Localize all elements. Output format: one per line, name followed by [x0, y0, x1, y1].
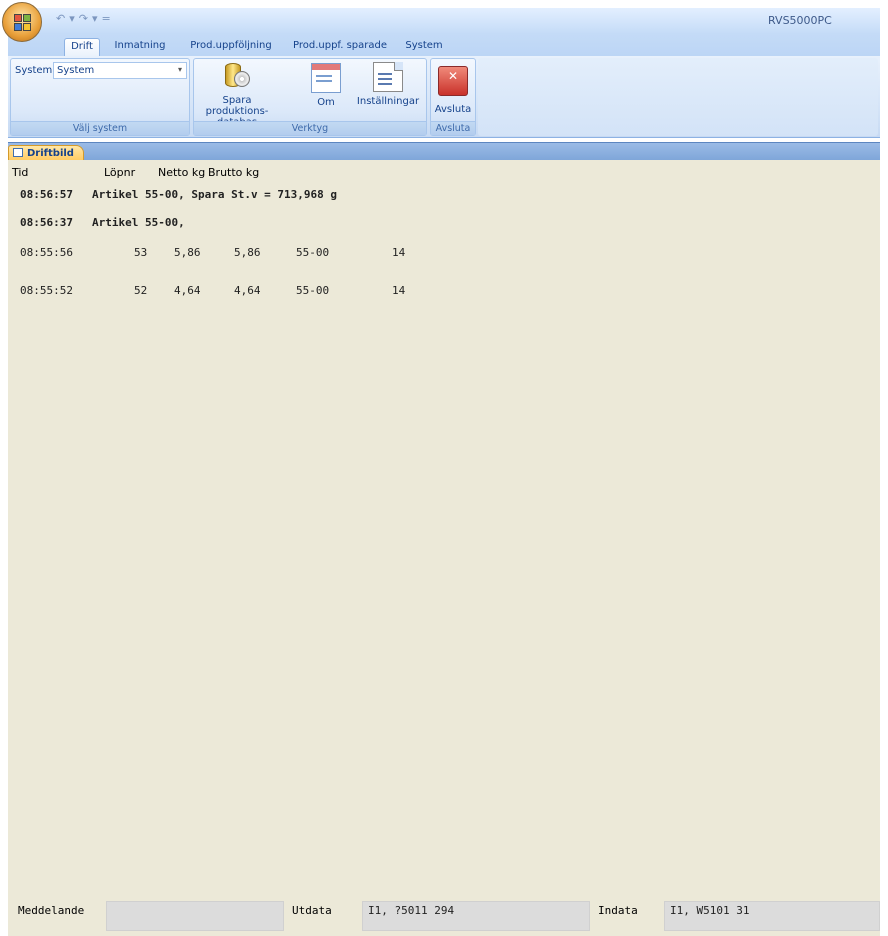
settings-document-icon	[373, 62, 403, 92]
tab-inmatning[interactable]: Inmatning	[110, 38, 170, 56]
meddelande-label: Meddelande	[18, 904, 85, 917]
chevron-down-icon: ▾	[177, 65, 182, 74]
tab-drift[interactable]: Drift	[64, 38, 100, 56]
avsluta-label: Avsluta	[434, 104, 472, 115]
office-button[interactable]	[2, 2, 42, 42]
group-label-verktyg: Verktyg	[194, 121, 426, 135]
om-label: Om	[317, 97, 335, 108]
ribbon-tabs: Drift Inmatning Prod.uppföljning Prod.up…	[8, 34, 880, 56]
quick-access-toolbar: ↶ ▾ ↷ ▾ =	[56, 12, 111, 25]
document-tab-bar: Driftbild	[8, 142, 880, 162]
tab-driftbild-label: Driftbild	[27, 148, 74, 159]
avsluta-button[interactable]: ✕ Avsluta	[433, 61, 473, 115]
system-select-value: System	[57, 65, 95, 76]
row-artikel: 55-00	[296, 246, 330, 259]
row-lopnr: 52	[134, 284, 148, 297]
close-icon: ✕	[438, 66, 468, 96]
indata-value: I1, W5101 31	[670, 904, 750, 917]
column-header-lopnr: Löpnr	[104, 166, 136, 179]
database-save-icon	[222, 61, 252, 91]
installningar-button[interactable]: Inställningar	[352, 61, 424, 107]
row-time: 08:55:52	[20, 284, 73, 297]
log-message-text: Artikel 55-00,	[92, 216, 185, 229]
row-lopnr: 53	[134, 246, 148, 259]
column-header-netto: Netto kg	[158, 166, 206, 179]
office-logo-icon	[14, 14, 32, 32]
installningar-label: Inställningar	[356, 96, 420, 107]
log-message-time: 08:56:57	[20, 188, 73, 201]
redo-icon[interactable]: ↷	[79, 12, 88, 25]
row-extra: 14	[392, 246, 406, 259]
row-brutto: 4,64	[234, 284, 261, 297]
tab-prod-uppfoljning[interactable]: Prod.uppföljning	[186, 38, 276, 56]
utdata-value: I1, ?5011 294	[368, 904, 455, 917]
column-header-tid: Tid	[12, 166, 29, 179]
group-label-avsluta: Avsluta	[431, 121, 475, 135]
indata-label: Indata	[598, 904, 638, 917]
ribbon-empty-area	[478, 58, 878, 136]
spara-databas-button[interactable]: Spara produktions-databas	[196, 61, 278, 128]
row-time: 08:55:56	[20, 246, 73, 259]
system-label: System	[15, 65, 53, 76]
form-icon	[311, 63, 341, 93]
row-netto: 5,86	[174, 246, 201, 259]
ribbon: System System ▾ Välj system Spara produk…	[8, 56, 880, 138]
window-title: RVS5000PC	[768, 14, 832, 27]
tab-prod-uppf-sparade[interactable]: Prod.uppf. sparade	[290, 38, 390, 56]
group-label-valj-system: Välj system	[11, 121, 189, 135]
form-icon	[13, 148, 23, 157]
group-avsluta: ✕ Avsluta Avsluta	[430, 58, 476, 136]
group-valj-system: System System ▾ Välj system	[10, 58, 190, 136]
customize-qat-icon[interactable]: =	[102, 12, 111, 25]
om-button[interactable]: Om	[306, 61, 346, 108]
tab-system[interactable]: System	[404, 38, 444, 56]
utdata-label: Utdata	[292, 904, 332, 917]
log-message-text: Artikel 55-00, Spara St.v = 713,968 g	[92, 188, 338, 201]
row-extra: 14	[392, 284, 406, 297]
group-verktyg: Spara produktions-databas Om Inställning…	[193, 58, 427, 136]
log-message-time: 08:56:37	[20, 216, 73, 229]
row-brutto: 5,86	[234, 246, 261, 259]
title-bar: ↶ ▾ ↷ ▾ = RVS5000PC	[8, 8, 880, 34]
meddelande-field	[106, 901, 284, 931]
driftbild-canvas: Tid Löpnr Netto kg Brutto kg 08:56:57 Ar…	[8, 160, 880, 936]
system-select[interactable]: System ▾	[53, 62, 187, 79]
column-header-brutto: Brutto kg	[208, 166, 260, 179]
row-netto: 4,64	[174, 284, 201, 297]
undo-icon[interactable]: ↶	[56, 12, 65, 25]
chevron-down-icon[interactable]: ▾	[69, 12, 75, 25]
chevron-down-icon[interactable]: ▾	[92, 12, 98, 25]
row-artikel: 55-00	[296, 284, 330, 297]
